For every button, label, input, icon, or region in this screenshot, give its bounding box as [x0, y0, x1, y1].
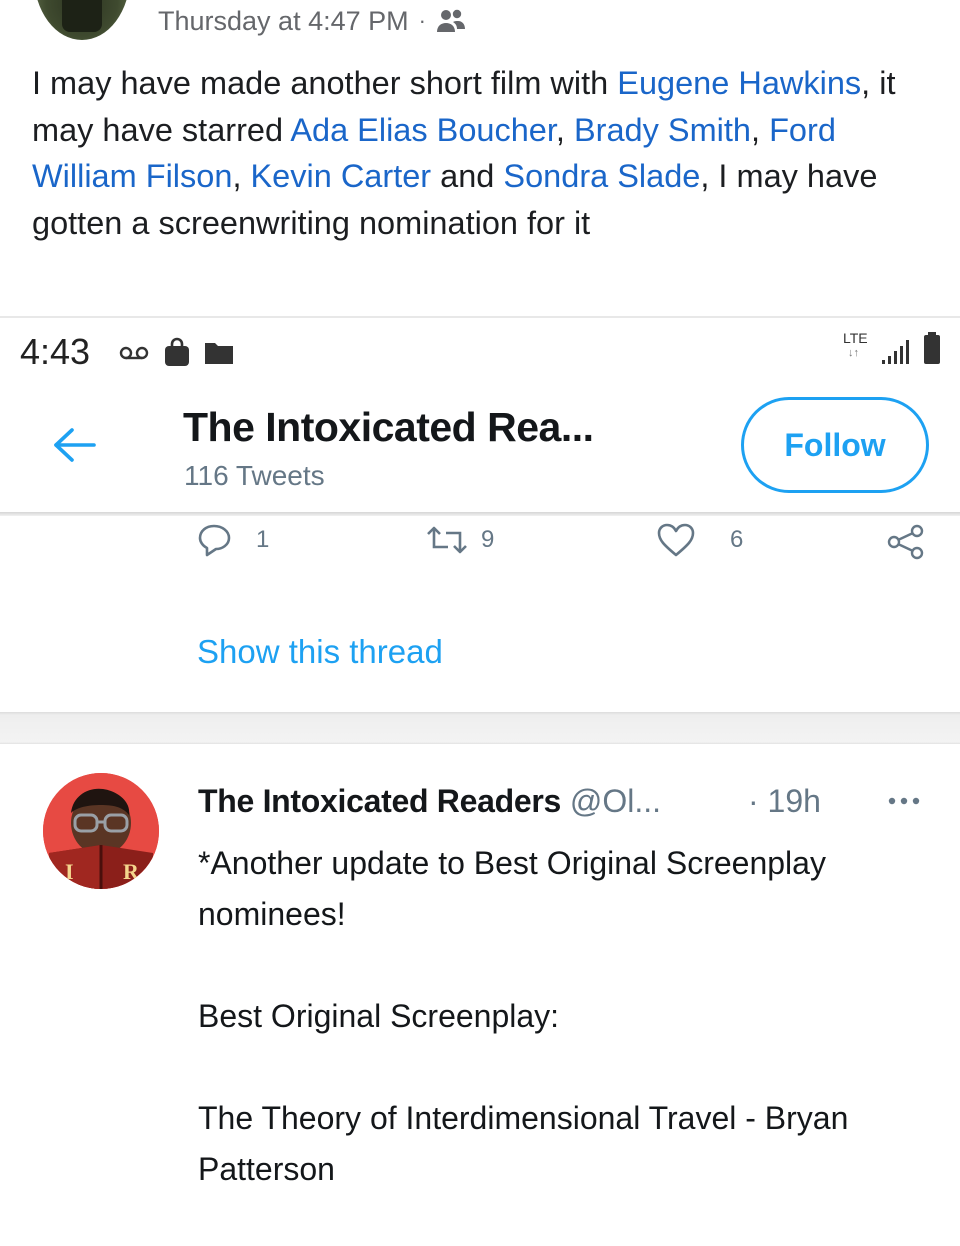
tweet-paragraph: The Theory of Interdimensional Travel - …	[198, 1100, 849, 1187]
post-timestamp[interactable]: Thursday at 4:47 PM	[158, 6, 409, 37]
network-type-label: LTE	[843, 330, 868, 346]
like-count: 6	[730, 526, 744, 553]
tweet-paragraph: *Another update to Best Original Screenp…	[198, 845, 826, 932]
tweet-author-line[interactable]: The Intoxicated Readers @Ol...	[198, 779, 661, 823]
post-meta: Thursday at 4:47 PM ·	[158, 1, 466, 41]
folder-icon	[205, 343, 233, 364]
post-text: I may have made another short film with …	[32, 60, 937, 246]
retweet-action[interactable]: 9	[425, 520, 494, 560]
retweet-count: 9	[481, 526, 495, 553]
tweet-paragraph: Best Original Screenplay:	[198, 998, 560, 1034]
post-text-segment: I may have made another short film with	[32, 65, 618, 101]
status-icons	[118, 336, 234, 368]
voicemail-icon	[119, 346, 149, 360]
shopping-bag-icon	[165, 337, 189, 366]
tagged-person-link[interactable]: Brady Smith	[574, 112, 751, 148]
like-action[interactable]: 6	[656, 520, 743, 560]
more-options-icon[interactable]	[884, 786, 924, 816]
svg-text:↓↑: ↓↑	[848, 347, 859, 359]
post-text-segment: and	[431, 158, 504, 194]
post-text-segment: ,	[555, 111, 574, 148]
status-time: 4:43	[20, 331, 91, 372]
reply-count: 1	[256, 526, 270, 553]
share-icon[interactable]	[884, 524, 928, 560]
friends-icon[interactable]	[436, 8, 466, 34]
reply-action[interactable]: 1	[198, 520, 269, 560]
tagged-person-link[interactable]: Sondra Slade	[503, 158, 700, 194]
heart-icon	[657, 523, 695, 557]
tagged-person-link[interactable]: Ada Elias Boucher	[290, 112, 556, 148]
status-right: LTE ↓↑	[838, 326, 950, 372]
retweet-icon	[427, 526, 467, 554]
tweet-timestamp: · 19h	[748, 783, 821, 819]
follow-button[interactable]: Follow	[741, 397, 929, 493]
reply-icon	[198, 524, 231, 557]
tagged-person-link[interactable]: Eugene Hawkins	[617, 65, 861, 101]
tweet-count: 116 Tweets	[184, 460, 325, 491]
tweet-body: *Another update to Best Original Screenp…	[198, 838, 898, 1246]
show-thread-link[interactable]: Show this thread	[197, 631, 443, 673]
poster-avatar[interactable]	[34, 0, 130, 40]
post-text-segment: ,	[751, 111, 770, 148]
back-arrow-icon[interactable]	[52, 425, 98, 465]
tweet-author-handle: @Ol...	[569, 783, 662, 819]
header-divider	[0, 512, 960, 516]
post-text-segment: ,	[232, 158, 251, 194]
tweet-author-name: The Intoxicated Readers	[198, 783, 561, 819]
profile-title: The Intoxicated Rea...	[183, 404, 594, 450]
tweet-author-avatar[interactable]: I R	[43, 773, 159, 889]
timeline-separator	[0, 712, 960, 744]
meta-separator: ·	[418, 8, 426, 33]
tagged-person-link[interactable]: Kevin Carter	[251, 158, 432, 194]
